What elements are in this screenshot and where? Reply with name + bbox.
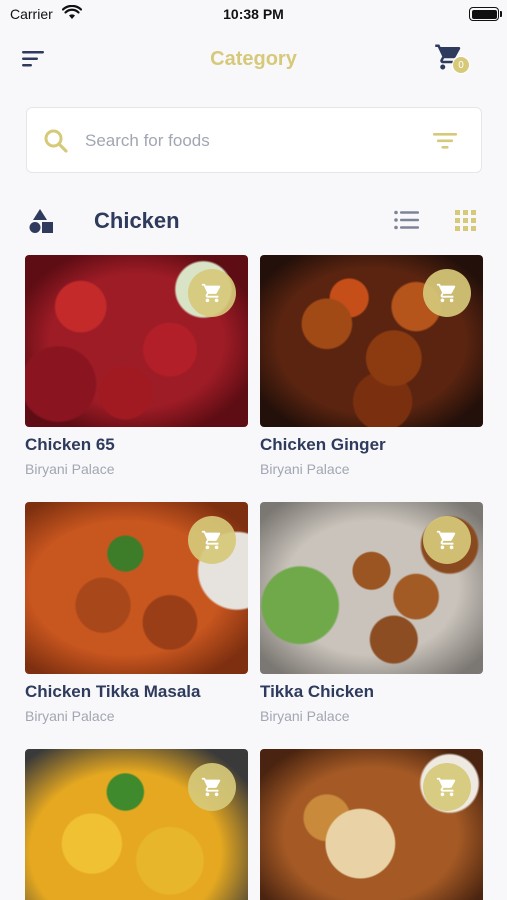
restaurant-name: Biryani Palace — [260, 461, 350, 477]
status-bar: Carrier 10:38 PM — [0, 0, 507, 30]
product-card-chicken-tikka-masala[interactable]: Chicken Tikka Masala Biryani Palace — [25, 502, 248, 724]
grid-view-icon[interactable] — [455, 210, 476, 231]
product-image[interactable] — [260, 502, 483, 674]
product-image[interactable] — [25, 255, 248, 427]
product-name: Tikka Chicken — [260, 682, 375, 701]
search-input[interactable] — [85, 128, 405, 154]
cart-icon — [436, 283, 456, 303]
filter-icon[interactable] — [433, 132, 457, 150]
product-image[interactable] — [25, 749, 248, 900]
add-to-cart-button[interactable] — [188, 763, 236, 811]
add-to-cart-button[interactable] — [188, 516, 236, 564]
cart-button[interactable]: 0 — [434, 42, 474, 78]
product-name: Chicken Tikka Masala — [25, 682, 201, 701]
cart-count-badge: 0 — [452, 56, 470, 74]
product-card[interactable] — [25, 749, 248, 900]
product-name: Chicken Ginger — [260, 435, 386, 454]
product-image[interactable] — [25, 502, 248, 674]
product-card[interactable] — [260, 749, 483, 900]
product-name: Chicken 65 — [25, 435, 115, 454]
cart-icon — [436, 777, 456, 797]
product-card-chicken-65[interactable]: Chicken 65 Biryani Palace — [25, 255, 248, 477]
add-to-cart-button[interactable] — [423, 516, 471, 564]
search-box — [26, 107, 482, 173]
product-image[interactable] — [260, 749, 483, 900]
cart-icon — [436, 530, 456, 550]
search-icon — [44, 129, 68, 153]
product-card-chicken-ginger[interactable]: Chicken Ginger Biryani Palace — [260, 255, 483, 477]
add-to-cart-button[interactable] — [423, 269, 471, 317]
page-title: Category — [210, 48, 297, 70]
restaurant-name: Biryani Palace — [25, 461, 115, 477]
product-card-tikka-chicken[interactable]: Tikka Chicken Biryani Palace — [260, 502, 483, 724]
cart-icon — [201, 777, 221, 797]
section-title: Chicken — [94, 208, 180, 233]
cart-icon — [201, 530, 221, 550]
battery-icon — [469, 7, 502, 21]
product-image[interactable] — [260, 255, 483, 427]
header: Category 0 — [0, 30, 507, 94]
add-to-cart-button[interactable] — [188, 269, 236, 317]
category-header: Chicken — [0, 200, 507, 242]
restaurant-name: Biryani Palace — [260, 708, 350, 724]
category-shapes-icon — [29, 209, 53, 233]
list-view-icon[interactable] — [394, 210, 420, 230]
cart-icon — [201, 283, 221, 303]
restaurant-name: Biryani Palace — [25, 708, 115, 724]
add-to-cart-button[interactable] — [423, 763, 471, 811]
status-time: 10:38 PM — [223, 6, 284, 22]
